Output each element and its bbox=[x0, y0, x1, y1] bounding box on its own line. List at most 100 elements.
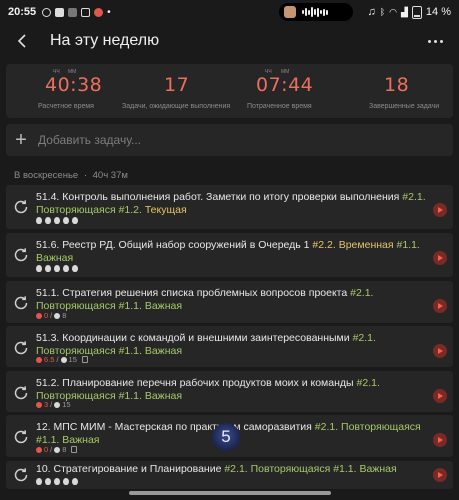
task-card[interactable]: 51.1. Стратегия решения списка проблемны… bbox=[6, 281, 453, 323]
task-title: 51.1. Стратегия решения списка проблемны… bbox=[36, 287, 427, 313]
tomato-outline-icon bbox=[54, 312, 61, 319]
headphones-icon: ♫ bbox=[367, 6, 376, 18]
repeat-icon[interactable] bbox=[12, 339, 30, 357]
play-icon[interactable] bbox=[433, 203, 447, 217]
task-title: 51.3. Координации с командой и внешними … bbox=[36, 332, 427, 358]
stat-label: Расчетное время bbox=[38, 103, 94, 110]
stat-spent-time[interactable]: ЧЧ ММ 07:44 Потраченное время bbox=[230, 64, 342, 118]
more-vertical-icon[interactable] bbox=[425, 32, 445, 50]
play-icon[interactable] bbox=[433, 468, 447, 482]
battery-icon bbox=[411, 5, 422, 19]
task-tag[interactable]: Важная bbox=[145, 345, 182, 357]
pomodoro-done: 0 bbox=[44, 445, 49, 454]
pomodoro-total: 15 bbox=[62, 400, 71, 409]
task-tag[interactable]: Текущая bbox=[145, 204, 187, 216]
pomodoro-separator: / bbox=[56, 355, 59, 364]
task-tag[interactable]: Важная bbox=[145, 390, 182, 402]
repeat-icon[interactable] bbox=[12, 428, 30, 446]
pomodoro-empty-icon bbox=[63, 217, 69, 224]
stat-estimated-time[interactable]: ЧЧ ММ 40:38 Расчетное время bbox=[6, 64, 118, 118]
play-icon[interactable] bbox=[433, 433, 447, 447]
task-title-text: 51.3. Координации с командой и внешними … bbox=[36, 332, 350, 344]
repeat-icon[interactable] bbox=[12, 466, 30, 484]
pomodoro-empty-icon bbox=[63, 265, 69, 272]
pomodoro-empty-icon bbox=[36, 217, 42, 224]
task-tag[interactable]: #2.1. bbox=[353, 332, 376, 344]
task-tag[interactable]: Важная bbox=[359, 463, 396, 475]
status-right: ♫ ᛒ ◠ ▟ 14 % bbox=[367, 0, 451, 24]
task-card[interactable]: 10. Стратегирование и Планирование #2.1.… bbox=[6, 461, 453, 489]
pomodoro-empty-icon bbox=[72, 478, 78, 485]
add-task-input[interactable]: + Добавить задачу... bbox=[6, 124, 453, 156]
task-tag[interactable]: Важная bbox=[145, 300, 182, 312]
floating-badge[interactable]: 5 bbox=[212, 423, 240, 451]
repeat-icon[interactable] bbox=[12, 384, 30, 402]
pomodoro-separator: / bbox=[50, 400, 53, 409]
tasks-icon bbox=[81, 7, 91, 17]
task-tag[interactable]: #1.1. bbox=[397, 239, 420, 251]
stat-value: 07:44 bbox=[256, 74, 314, 96]
task-title-text: 10. Стратегирование и Планирование bbox=[36, 463, 222, 475]
task-meta: 6.5/ 15 bbox=[36, 355, 88, 364]
task-tag[interactable]: Временная bbox=[339, 239, 394, 251]
task-card[interactable]: 51.3. Координации с командой и внешними … bbox=[6, 326, 453, 367]
notion-icon bbox=[55, 7, 65, 17]
pomodoro-empty-icon bbox=[45, 217, 51, 224]
task-tag[interactable]: Важная bbox=[36, 252, 73, 264]
task-title-text: 12. МПС МИМ - Мастерская по практикам са… bbox=[36, 421, 312, 433]
play-icon[interactable] bbox=[433, 344, 447, 358]
tomato-icon bbox=[36, 312, 42, 319]
tomato-icon bbox=[36, 401, 42, 408]
task-tag[interactable]: Повторяющаяся #1.2. bbox=[36, 204, 142, 216]
repeat-icon[interactable] bbox=[12, 294, 30, 312]
pomodoro-empty-icon bbox=[54, 265, 60, 272]
add-task-placeholder: Добавить задачу... bbox=[38, 133, 142, 147]
task-tag[interactable]: #2.1. bbox=[402, 191, 425, 203]
task-title-text: 51.2. Планирование перечня рабочих проду… bbox=[36, 377, 354, 389]
play-icon[interactable] bbox=[433, 389, 447, 403]
repeat-icon[interactable] bbox=[12, 246, 30, 264]
tomato-outline-icon bbox=[60, 356, 67, 363]
status-left: 20:55 • bbox=[8, 6, 111, 18]
task-tag[interactable]: Повторяющаяся #1.1. bbox=[251, 463, 357, 475]
task-title-text: 51.1. Стратегия решения списка проблемны… bbox=[36, 287, 348, 299]
task-tag[interactable]: #2.1. bbox=[315, 421, 338, 433]
task-tag[interactable]: #2.2. bbox=[312, 239, 335, 251]
task-title: 51.4. Контроль выполнения работ. Заметки… bbox=[36, 191, 427, 217]
task-card[interactable]: 51.6. Реестр РД. Общий набор сооружений … bbox=[6, 233, 453, 277]
pomodoro-empty-icon bbox=[63, 478, 69, 485]
pomodoro-separator: / bbox=[50, 445, 53, 454]
signal-icon: ▟ bbox=[401, 6, 408, 17]
task-title: 10. Стратегирование и Планирование #2.1.… bbox=[36, 463, 427, 476]
pomodoro-total: 8 bbox=[62, 311, 67, 320]
task-meta: 0/ 8 bbox=[36, 311, 66, 320]
home-indicator[interactable] bbox=[129, 491, 331, 495]
task-tag[interactable]: #2.1. bbox=[357, 377, 380, 389]
dot-icon: • bbox=[107, 6, 111, 18]
tomato-outline-icon bbox=[54, 401, 61, 408]
play-icon[interactable] bbox=[433, 251, 447, 265]
task-card[interactable]: 51.2. Планирование перечня рабочих проду… bbox=[6, 371, 453, 412]
play-icon[interactable] bbox=[433, 299, 447, 313]
stat-pending-tasks[interactable]: 17 Задачи, ожидающие выполнения bbox=[118, 64, 230, 118]
pomodoro-done: 6.5 bbox=[44, 355, 55, 364]
tomato-icon bbox=[36, 356, 42, 363]
back-button[interactable] bbox=[2, 24, 42, 58]
pomodoro-empty-icon bbox=[54, 217, 60, 224]
repeat-icon[interactable] bbox=[12, 198, 30, 216]
stats-card: ЧЧ ММ 40:38 Расчетное время 17 Задачи, о… bbox=[6, 64, 453, 118]
dynamic-island[interactable] bbox=[279, 3, 353, 21]
task-tag[interactable]: #2.1. bbox=[350, 287, 373, 299]
pomodoro-done: 3 bbox=[44, 400, 49, 409]
pomodoro-empty-icon bbox=[72, 265, 78, 272]
task-tag[interactable]: #2.1. bbox=[224, 463, 247, 475]
task-card[interactable]: 51.4. Контроль выполнения работ. Заметки… bbox=[6, 185, 453, 229]
tomato-outline-icon bbox=[54, 446, 61, 453]
audio-wave-icon bbox=[302, 7, 328, 17]
pomodoro-empty-icon bbox=[45, 478, 51, 485]
status-time: 20:55 bbox=[8, 6, 37, 18]
status-bar: 20:55 • ♫ ᛒ ◠ ▟ 14 % bbox=[0, 0, 459, 24]
page-title: На эту неделю bbox=[50, 32, 160, 49]
task-meta: 3/ 15 bbox=[36, 400, 71, 409]
stat-completed-tasks[interactable]: 18 Завершенные задачи bbox=[342, 64, 453, 118]
